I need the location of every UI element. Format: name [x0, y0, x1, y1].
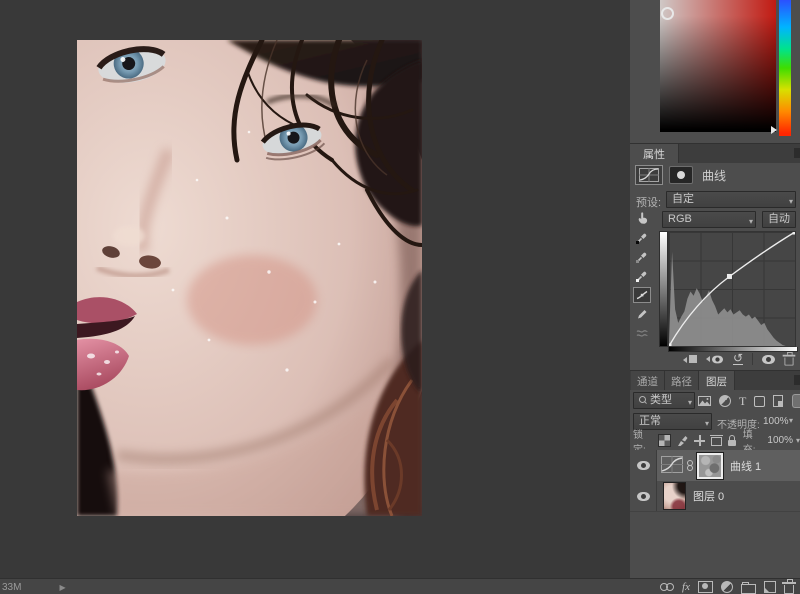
document-size-info: 33M [2, 581, 22, 593]
blend-mode-row: 正常 不透明度: 100% [630, 413, 800, 431]
layer-style-icon[interactable]: fx [682, 581, 690, 593]
eye-icon[interactable] [636, 461, 650, 470]
curve-grid[interactable] [666, 229, 798, 349]
photoshop-window: 属性 曲线 预设: 自定 RGB 自动 [0, 0, 800, 594]
link-layers-icon[interactable] [660, 583, 675, 591]
filter-toggle-icon[interactable] [792, 394, 800, 408]
lock-artboard-icon[interactable] [709, 435, 723, 446]
layers-tabstrip: 通道 路径 图层 [630, 370, 800, 391]
filter-smart-objects-icon[interactable] [773, 395, 784, 407]
tab-channels[interactable]: 通道 [631, 371, 665, 391]
layers-footer-toolbar: fx [660, 578, 796, 594]
visibility-cell[interactable] [630, 481, 657, 511]
filter-shape-layers-icon[interactable] [754, 395, 766, 407]
properties-tabstrip: 属性 [630, 143, 800, 163]
gray-point-eyedropper-icon[interactable] [633, 249, 651, 265]
hand-glyph [638, 212, 648, 224]
layer-thumbnail[interactable] [663, 482, 686, 510]
hue-slider-pointer[interactable] [771, 126, 777, 134]
portrait-image [77, 40, 422, 516]
channel-dropdown[interactable]: RGB [662, 211, 756, 228]
tab-properties[interactable]: 属性 [630, 144, 679, 163]
photo-document[interactable] [77, 40, 422, 516]
new-adjustment-layer-icon[interactable] [721, 581, 733, 593]
curves-adjustment-icon[interactable] [635, 165, 663, 185]
panel-column: 属性 曲线 预设: 自定 RGB 自动 [630, 0, 800, 578]
lock-transparent-pixels-icon[interactable] [657, 434, 671, 447]
lock-icons [657, 434, 736, 447]
panel-menu-icon[interactable] [794, 148, 800, 158]
add-layer-mask-icon[interactable] [698, 581, 713, 593]
panel-menu-icon[interactable] [794, 375, 800, 385]
opacity-value[interactable]: 100% [763, 416, 789, 427]
lock-row: 锁定: 填充: 100% [630, 430, 800, 456]
curves-glyph-icon [639, 168, 659, 182]
new-group-icon[interactable] [741, 581, 756, 594]
layer-row-background[interactable]: 图层 0 [630, 481, 800, 512]
curves-toolbar [633, 230, 655, 344]
fill-chevron-icon[interactable] [796, 436, 800, 445]
visibility-cell[interactable] [630, 450, 657, 481]
filter-kind-label: 类型 [650, 394, 672, 406]
lock-all-icon[interactable] [727, 435, 736, 446]
layer-name[interactable]: 图层 0 [693, 488, 724, 504]
color-saturation-square[interactable] [660, 0, 776, 132]
layers-panel-body: 类型 T 正常 不透明度: 100% 锁定: [630, 390, 800, 578]
curves-adjustment-thumbnail[interactable] [661, 455, 683, 476]
filter-adjustment-layers-icon[interactable] [719, 395, 731, 407]
filter-pixel-layers-icon[interactable] [698, 396, 711, 406]
filter-icons: T [698, 394, 800, 408]
new-layer-icon[interactable] [764, 581, 776, 593]
output-gradient-bar [659, 231, 668, 347]
tab-paths[interactable]: 路径 [665, 371, 699, 391]
adjustment-title: 曲线 [702, 168, 727, 183]
draw-curve-pencil-icon[interactable] [633, 306, 651, 322]
color-picker-ring[interactable] [661, 7, 674, 20]
opacity-chevron-icon[interactable] [789, 416, 793, 425]
black-point-eyedropper-icon[interactable] [633, 230, 651, 246]
delete-layer-icon[interactable] [782, 578, 796, 594]
white-point-eyedropper-icon[interactable] [633, 268, 651, 284]
auto-button[interactable]: 自动 [762, 211, 796, 228]
layer-mask-thumbnail[interactable] [696, 451, 724, 480]
curves-editor [630, 228, 800, 352]
view-previous-state-icon[interactable] [706, 355, 724, 364]
delete-adjustment-icon[interactable] [782, 351, 796, 366]
clip-to-layer-icon[interactable] [682, 355, 697, 363]
curves-footer-toolbar: ↺ [630, 350, 800, 368]
status-bar: 33M fx [0, 578, 800, 594]
filter-kind-dropdown[interactable]: 类型 [633, 392, 695, 409]
mask-link-icon[interactable] [687, 460, 693, 471]
status-arrow-icon[interactable] [59, 583, 65, 592]
histogram [669, 251, 795, 346]
targeted-adjustment-icon[interactable] [636, 211, 650, 228]
layer-name[interactable]: 曲线 1 [730, 458, 761, 474]
preset-label: 预设: [636, 197, 662, 209]
preset-dropdown[interactable]: 自定 [666, 191, 796, 208]
document-canvas-area[interactable] [0, 0, 630, 578]
layer-filter-row: 类型 T [630, 392, 800, 411]
smooth-curve-icon[interactable] [633, 325, 651, 341]
divider [752, 353, 753, 365]
hue-slider[interactable] [779, 0, 791, 136]
filter-type-layers-icon[interactable]: T [739, 395, 746, 407]
layer-row-curves[interactable]: 曲线 1 [630, 450, 800, 482]
lock-position-icon[interactable] [693, 435, 705, 446]
edit-curve-points-icon[interactable] [633, 287, 651, 303]
tab-layers[interactable]: 图层 [699, 371, 735, 391]
toggle-visibility-icon[interactable] [762, 354, 775, 364]
search-icon [639, 396, 646, 403]
curve-plot[interactable] [666, 229, 798, 349]
lock-image-pixels-icon[interactable] [677, 435, 688, 447]
eye-icon [711, 355, 723, 363]
eye-icon[interactable] [636, 491, 650, 501]
fill-value[interactable]: 100% [767, 435, 793, 446]
layer-mask-icon[interactable] [669, 166, 693, 184]
adjustment-header: 曲线 [630, 163, 800, 187]
reset-adjustment-icon[interactable]: ↺ [732, 352, 743, 365]
